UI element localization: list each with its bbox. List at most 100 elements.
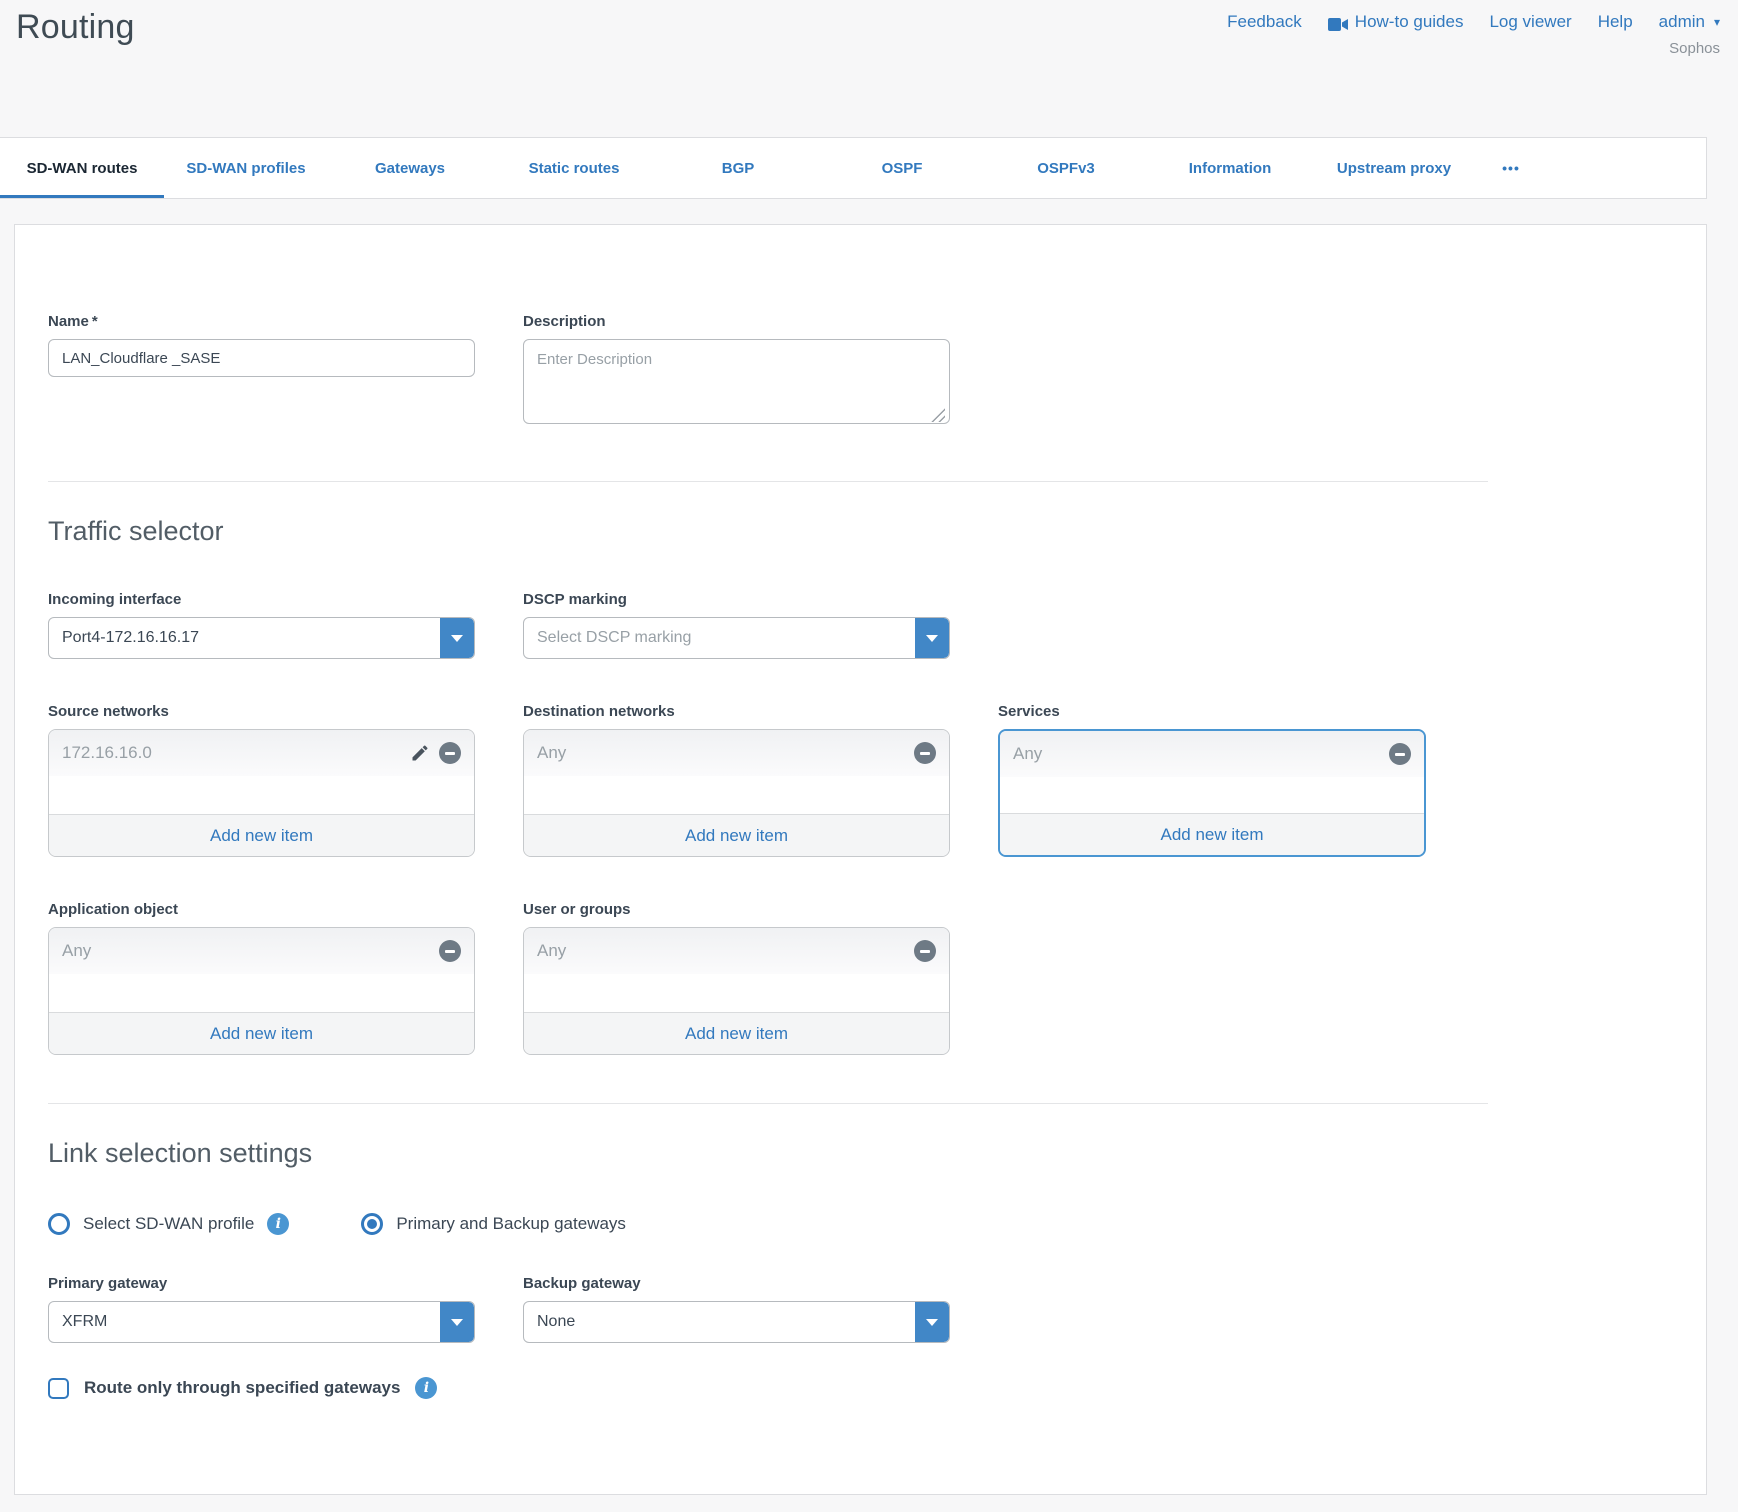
destination-networks-box: Any Add new item bbox=[523, 729, 950, 857]
list-item: 172.16.16.0 bbox=[49, 730, 474, 776]
dropdown-arrow-button[interactable] bbox=[915, 618, 949, 658]
dscp-group: DSCP marking Select DSCP marking bbox=[523, 591, 950, 659]
link-selection-heading: Link selection settings bbox=[48, 1138, 1488, 1169]
howto-guides-link[interactable]: How-to guides bbox=[1328, 12, 1464, 32]
radio-sdwan-profile[interactable]: Select SD-WAN profile i bbox=[48, 1213, 289, 1235]
admin-menu[interactable]: admin ▾ bbox=[1659, 12, 1720, 32]
user-groups-box: Any Add new item bbox=[523, 927, 950, 1055]
help-link[interactable]: Help bbox=[1598, 12, 1633, 32]
info-icon[interactable]: i bbox=[415, 1377, 437, 1399]
add-new-item-button[interactable]: Add new item bbox=[524, 1012, 949, 1054]
tab-ospfv3[interactable]: OSPFv3 bbox=[984, 138, 1148, 198]
route-only-label: Route only through specified gateways bbox=[84, 1378, 400, 1398]
user-groups-value: Any bbox=[537, 941, 914, 961]
section-divider bbox=[48, 481, 1488, 482]
box-spacer bbox=[1000, 777, 1424, 813]
routing-tabbar: SD-WAN routes SD-WAN profiles Gateways S… bbox=[0, 137, 1707, 199]
triangle-down-icon bbox=[451, 1319, 463, 1326]
box-spacer bbox=[524, 776, 949, 814]
application-object-value: Any bbox=[62, 941, 439, 961]
backup-gateway-group: Backup gateway None bbox=[523, 1275, 950, 1343]
services-box: Any Add new item bbox=[998, 729, 1426, 857]
chevron-down-icon: ▾ bbox=[1714, 15, 1720, 29]
dscp-label: DSCP marking bbox=[523, 591, 950, 608]
route-only-checkbox[interactable] bbox=[48, 1378, 69, 1399]
remove-item-icon[interactable] bbox=[914, 742, 936, 764]
services-group: Services Any Add new item bbox=[998, 703, 1426, 857]
gateway-row: Primary gateway XFRM Backup gateway None bbox=[48, 1275, 1488, 1343]
section-divider bbox=[48, 1103, 1488, 1104]
triangle-down-icon bbox=[926, 635, 938, 642]
networks-row: Source networks 172.16.16.0 Add new item bbox=[48, 703, 1488, 857]
interface-dscp-row: Incoming interface Port4-172.16.16.17 DS… bbox=[48, 591, 1488, 659]
destination-network-value: Any bbox=[537, 743, 914, 763]
more-tabs-button[interactable]: ••• bbox=[1476, 138, 1546, 198]
primary-gateway-select[interactable]: XFRM bbox=[48, 1301, 475, 1343]
edit-pencil-icon[interactable] bbox=[410, 743, 430, 763]
dropdown-arrow-button[interactable] bbox=[440, 1302, 474, 1342]
dropdown-arrow-button[interactable] bbox=[440, 618, 474, 658]
incoming-interface-label: Incoming interface bbox=[48, 591, 475, 608]
tab-bgp[interactable]: BGP bbox=[656, 138, 820, 198]
tab-ospf[interactable]: OSPF bbox=[820, 138, 984, 198]
application-object-group: Application object Any Add new item bbox=[48, 901, 475, 1055]
incoming-interface-value: Port4-172.16.16.17 bbox=[49, 618, 440, 658]
description-field-group: Description bbox=[523, 313, 950, 429]
dscp-select[interactable]: Select DSCP marking bbox=[523, 617, 950, 659]
list-item: Any bbox=[49, 928, 474, 974]
description-textarea[interactable] bbox=[523, 339, 950, 424]
primary-gateway-group: Primary gateway XFRM bbox=[48, 1275, 475, 1343]
list-item: Any bbox=[524, 730, 949, 776]
incoming-interface-group: Incoming interface Port4-172.16.16.17 bbox=[48, 591, 475, 659]
remove-item-icon[interactable] bbox=[439, 742, 461, 764]
tab-static-routes[interactable]: Static routes bbox=[492, 138, 656, 198]
incoming-interface-select[interactable]: Port4-172.16.16.17 bbox=[48, 617, 475, 659]
radio-unselected-icon[interactable] bbox=[48, 1213, 70, 1235]
radio-primary-backup-gateways[interactable]: Primary and Backup gateways bbox=[361, 1213, 626, 1235]
remove-item-icon[interactable] bbox=[914, 940, 936, 962]
name-field-group: Name* bbox=[48, 313, 475, 429]
backup-gateway-value: None bbox=[524, 1302, 915, 1342]
radio-selected-icon[interactable] bbox=[361, 1213, 383, 1235]
list-item: Any bbox=[1000, 731, 1424, 777]
name-label: Name* bbox=[48, 313, 475, 330]
brand-label: Sophos bbox=[1669, 40, 1720, 57]
user-groups-label: User or groups bbox=[523, 901, 950, 918]
remove-item-icon[interactable] bbox=[1389, 743, 1411, 765]
video-camera-icon bbox=[1328, 16, 1348, 29]
add-new-item-button[interactable]: Add new item bbox=[49, 1012, 474, 1054]
remove-item-icon[interactable] bbox=[439, 940, 461, 962]
top-links: Feedback How-to guides Log viewer Help a… bbox=[1227, 12, 1720, 32]
source-networks-box: 172.16.16.0 Add new item bbox=[48, 729, 475, 857]
name-input[interactable] bbox=[48, 339, 475, 377]
add-new-item-button[interactable]: Add new item bbox=[1000, 813, 1424, 855]
route-only-row: Route only through specified gateways i bbox=[48, 1377, 1488, 1399]
tab-upstream-proxy[interactable]: Upstream proxy bbox=[1312, 138, 1476, 198]
destination-networks-label: Destination networks bbox=[523, 703, 950, 720]
backup-gateway-select[interactable]: None bbox=[523, 1301, 950, 1343]
info-icon[interactable]: i bbox=[267, 1213, 289, 1235]
radio-sdwan-profile-label: Select SD-WAN profile bbox=[83, 1214, 254, 1234]
tab-gateways[interactable]: Gateways bbox=[328, 138, 492, 198]
log-viewer-link[interactable]: Log viewer bbox=[1489, 12, 1571, 32]
tab-sdwan-profiles[interactable]: SD-WAN profiles bbox=[164, 138, 328, 198]
tab-information[interactable]: Information bbox=[1148, 138, 1312, 198]
description-label: Description bbox=[523, 313, 950, 330]
traffic-selector-heading: Traffic selector bbox=[48, 516, 1488, 547]
page-title: Routing bbox=[16, 8, 135, 47]
add-new-item-button[interactable]: Add new item bbox=[49, 814, 474, 856]
name-description-row: Name* Description bbox=[48, 313, 1488, 429]
feedback-link[interactable]: Feedback bbox=[1227, 12, 1302, 32]
source-networks-group: Source networks 172.16.16.0 Add new item bbox=[48, 703, 475, 857]
destination-networks-group: Destination networks Any Add new item bbox=[523, 703, 950, 857]
triangle-down-icon bbox=[926, 1319, 938, 1326]
tab-sdwan-routes[interactable]: SD-WAN routes bbox=[0, 138, 164, 198]
dropdown-arrow-button[interactable] bbox=[915, 1302, 949, 1342]
triangle-down-icon bbox=[451, 635, 463, 642]
services-label: Services bbox=[998, 703, 1426, 720]
list-item: Any bbox=[524, 928, 949, 974]
box-spacer bbox=[49, 776, 474, 814]
required-asterisk: * bbox=[92, 313, 98, 330]
box-spacer bbox=[524, 974, 949, 1012]
add-new-item-button[interactable]: Add new item bbox=[524, 814, 949, 856]
